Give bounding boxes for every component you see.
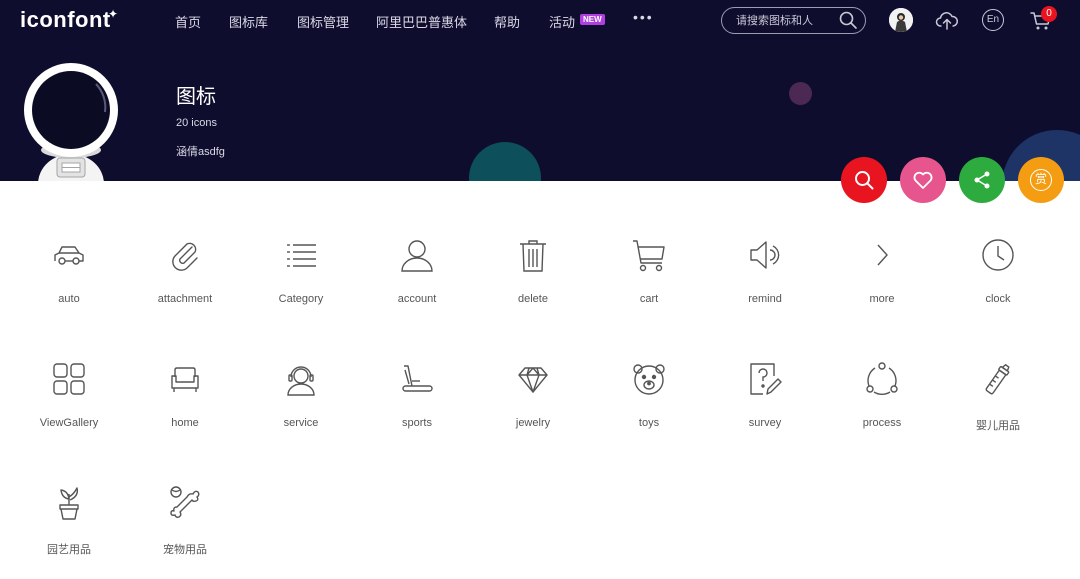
icon-card-auto[interactable]: auto	[11, 238, 127, 338]
reward-button[interactable]: 赏	[1018, 157, 1064, 203]
treadmill-icon	[400, 362, 434, 396]
nav-item-help[interactable]: 帮助	[494, 12, 520, 31]
icon-label: Category	[278, 293, 324, 305]
icon-label: account	[397, 293, 437, 305]
icon-card-gardening[interactable]: 园艺用品	[11, 486, 127, 579]
icon-card-jewelry[interactable]: jewelry	[475, 362, 591, 462]
nav-item-icon-management[interactable]: 图标管理	[297, 12, 349, 31]
search-icon	[855, 171, 874, 190]
list-icon	[284, 238, 318, 272]
icon-card-baby-products[interactable]: 婴儿用品	[940, 362, 1056, 462]
icon-card-service[interactable]: service	[243, 362, 359, 462]
icon-card-remind[interactable]: remind	[707, 238, 823, 338]
icon-card-pet-products[interactable]: 宠物用品	[127, 486, 243, 579]
icon-card-cart[interactable]: cart	[591, 238, 707, 338]
icon-label: toys	[638, 417, 660, 429]
chevron-right-icon	[865, 238, 899, 272]
headset-icon	[284, 362, 318, 396]
baby-bottle-icon	[981, 362, 1015, 396]
icon-label: 园艺用品	[47, 544, 91, 556]
heart-icon	[913, 171, 933, 189]
process-icon	[865, 362, 899, 396]
icon-card-more[interactable]: more	[824, 238, 940, 338]
speaker-icon	[748, 238, 782, 272]
share-icon	[974, 171, 990, 189]
icon-card-toys[interactable]: toys	[591, 362, 707, 462]
more-menu-button[interactable]: •••	[633, 9, 654, 25]
icon-card-category[interactable]: Category	[243, 238, 359, 338]
icon-label: more	[869, 293, 895, 305]
survey-icon	[748, 362, 782, 396]
icon-card-process[interactable]: process	[824, 362, 940, 462]
plant-icon	[52, 486, 86, 520]
paperclip-icon	[168, 238, 202, 272]
decor-circle-purple	[789, 82, 812, 105]
icon-label: survey	[748, 417, 782, 429]
icon-card-account[interactable]: account	[359, 238, 475, 338]
top-nav: iconfont ✦ 首页 图标库 图标管理 阿里巴巴普惠体 帮助 活动 NEW…	[0, 0, 1080, 40]
icon-card-home[interactable]: home	[127, 362, 243, 462]
grid-icon	[52, 362, 86, 396]
icon-card-attachment[interactable]: attachment	[127, 238, 243, 338]
icon-card-clock[interactable]: clock	[940, 238, 1056, 338]
nav-item-events[interactable]: 活动	[549, 12, 575, 31]
trash-icon	[516, 238, 550, 272]
icon-card-viewgallery[interactable]: ViewGallery	[11, 362, 127, 462]
cart-icon	[632, 238, 666, 272]
icon-label: 宠物用品	[163, 544, 207, 556]
cart-count-badge: 0	[1041, 6, 1057, 22]
reward-icon: 赏	[1030, 169, 1052, 191]
project-icon-count: 20 icons	[176, 117, 217, 129]
icon-card-survey[interactable]: survey	[707, 362, 823, 462]
bone-icon	[168, 486, 202, 520]
project-title: 图标	[176, 86, 216, 108]
project-owner[interactable]: 涵倩asdfg	[176, 143, 225, 159]
logo[interactable]: iconfont	[20, 7, 111, 33]
sofa-icon	[168, 362, 202, 396]
upload-icon[interactable]	[935, 8, 959, 32]
project-avatar	[24, 63, 118, 181]
language-switch-button[interactable]: En	[982, 9, 1004, 31]
icon-label: clock	[985, 293, 1011, 305]
icon-label: service	[283, 417, 319, 429]
icon-label: cart	[639, 293, 659, 305]
icon-label: remind	[748, 293, 782, 305]
icon-label: delete	[518, 293, 548, 305]
diamond-icon	[516, 362, 550, 396]
user-avatar[interactable]	[889, 8, 913, 32]
icon-label: jewelry	[515, 417, 551, 429]
icon-card-delete[interactable]: delete	[475, 238, 591, 338]
icon-label: auto	[58, 293, 80, 305]
new-badge: NEW	[580, 14, 605, 25]
search-project-button[interactable]	[841, 157, 887, 203]
icon-label: ViewGallery	[39, 417, 99, 429]
nav-item-icon-library[interactable]: 图标库	[229, 12, 268, 31]
car-icon	[52, 238, 86, 272]
search-icon[interactable]	[838, 10, 858, 30]
nav-item-home[interactable]: 首页	[175, 12, 201, 31]
share-button[interactable]	[959, 157, 1005, 203]
header-banner: iconfont ✦ 首页 图标库 图标管理 阿里巴巴普惠体 帮助 活动 NEW…	[0, 0, 1080, 181]
favorite-button[interactable]	[900, 157, 946, 203]
icon-label: home	[171, 417, 199, 429]
user-icon	[400, 238, 434, 272]
icon-label: attachment	[157, 293, 213, 305]
decor-circle-teal	[469, 142, 541, 181]
clock-icon	[981, 238, 1015, 272]
bear-icon	[632, 362, 666, 396]
icon-label: 婴儿用品	[976, 420, 1020, 432]
logo-star-icon: ✦	[108, 7, 119, 21]
icon-card-sports[interactable]: sports	[359, 362, 475, 462]
icon-label: sports	[402, 417, 432, 429]
icon-label: process	[862, 417, 902, 429]
nav-item-puhuiti[interactable]: 阿里巴巴普惠体	[376, 12, 467, 31]
